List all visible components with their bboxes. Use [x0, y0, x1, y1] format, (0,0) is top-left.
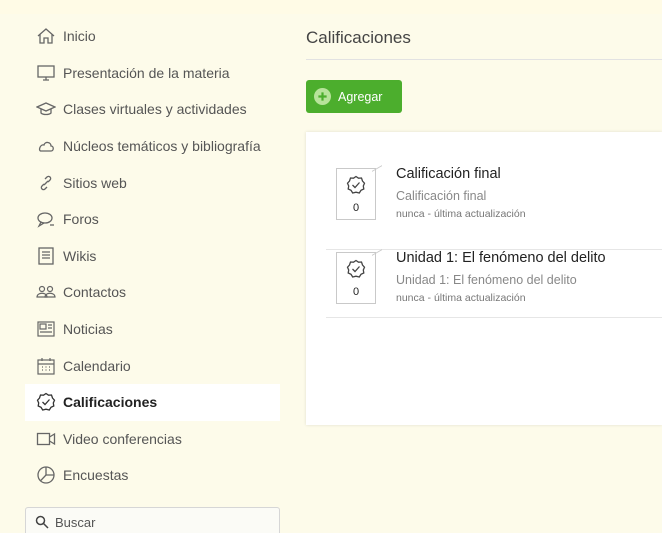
grade-subtitle: Calificación final: [396, 189, 487, 203]
add-button[interactable]: Agregar: [306, 80, 402, 113]
calendar-icon: [35, 355, 57, 377]
sidebar-item-contactos[interactable]: Contactos: [25, 274, 280, 311]
sidebar-item-encuestas[interactable]: Encuestas: [25, 457, 280, 494]
title-divider: [306, 59, 662, 60]
grade-subtitle: Unidad 1: El fenómeno del delito: [396, 273, 577, 287]
document-icon: [35, 245, 57, 267]
grade-check-icon: [346, 259, 366, 278]
sidebar-nav: Inicio Presentación de la materia Clases…: [25, 18, 280, 494]
sidebar-item-label: Clases virtuales y actividades: [63, 101, 247, 118]
sidebar-item-label: Wikis: [63, 247, 97, 264]
top-banner: [0, 0, 662, 14]
sidebar-item-sitios[interactable]: Sitios web: [25, 164, 280, 201]
sidebar-item-presentacion[interactable]: Presentación de la materia: [25, 55, 280, 92]
sidebar-item-nucleos[interactable]: Núcleos temáticos y bibliografía: [25, 128, 280, 165]
sidebar-item-label: Calificaciones: [63, 394, 158, 411]
grade-title[interactable]: Unidad 1: El fenómeno del delito: [396, 250, 606, 266]
sidebar-item-label: Presentación de la materia: [63, 64, 230, 81]
sidebar-item-foros[interactable]: Foros: [25, 201, 280, 238]
graduation-cap-icon: [35, 98, 57, 120]
monitor-icon: [35, 62, 57, 84]
sidebar-item-label: Noticias: [63, 321, 113, 338]
sidebar-item-videoconferencias[interactable]: Video conferencias: [25, 421, 280, 458]
video-camera-icon: [35, 428, 57, 450]
add-button-label: Agregar: [338, 89, 383, 104]
grade-badge: 0: [336, 165, 382, 220]
sidebar-item-noticias[interactable]: Noticias: [25, 311, 280, 348]
sidebar-item-label: Foros: [63, 211, 99, 228]
sidebar-item-calificaciones[interactable]: Calificaciones: [25, 383, 280, 421]
sidebar-item-inicio[interactable]: Inicio: [25, 18, 280, 55]
page-title: Calificaciones: [306, 28, 411, 47]
search-placeholder: Buscar: [55, 514, 96, 530]
link-icon: [35, 172, 57, 194]
sidebar-item-label: Calendario: [63, 357, 131, 374]
sidebar-item-label: Video conferencias: [63, 430, 182, 447]
grade-value: 0: [352, 202, 360, 214]
cloud-icon: [35, 135, 57, 157]
sidebar-item-label: Inicio: [63, 28, 96, 45]
sidebar-item-label: Encuestas: [63, 467, 129, 484]
sidebar-item-label: Núcleos temáticos y bibliografía: [63, 138, 261, 155]
grade-value: 0: [352, 286, 360, 298]
grade-meta: nunca - última actualización: [396, 208, 526, 220]
grade-check-icon: [346, 175, 366, 194]
grade-badge: 0: [336, 249, 382, 304]
sidebar-item-wikis[interactable]: Wikis: [25, 238, 280, 275]
list-item[interactable]: 0 Unidad 1: El fenómeno del delito Unida…: [326, 249, 662, 318]
pie-chart-icon: [35, 464, 57, 486]
contacts-icon: [35, 281, 57, 303]
list-item[interactable]: 0 Calificación final Calificación final …: [326, 165, 662, 250]
grades-panel: 0 Calificación final Calificación final …: [306, 132, 662, 425]
chat-bubbles-icon: [35, 208, 57, 230]
plus-icon: [314, 88, 331, 105]
sidebar-item-label: Sitios web: [63, 174, 127, 191]
sidebar-item-calendario[interactable]: Calendario: [25, 347, 280, 384]
search-input[interactable]: Buscar: [25, 507, 280, 533]
sidebar-item-label: Contactos: [63, 284, 127, 301]
grade-check-icon: [35, 391, 57, 413]
home-icon: [35, 25, 57, 47]
grade-meta: nunca - última actualización: [396, 292, 526, 304]
newspaper-icon: [35, 318, 57, 340]
search-icon: [35, 515, 49, 529]
grade-title[interactable]: Calificación final: [396, 166, 501, 182]
sidebar-item-clases[interactable]: Clases virtuales y actividades: [25, 91, 280, 128]
